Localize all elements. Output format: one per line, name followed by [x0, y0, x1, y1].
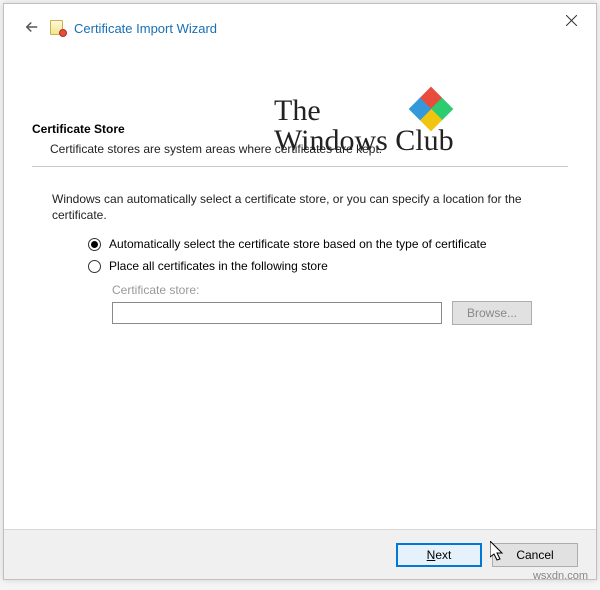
browse-button: Browse... — [452, 301, 532, 325]
next-label-tail: ext — [435, 548, 451, 562]
radio-icon — [88, 238, 101, 251]
credit-text: wsxdn.com — [533, 570, 588, 582]
store-label: Certificate store: — [112, 283, 568, 297]
wizard-window: Certificate Import Wizard The Windows Cl… — [3, 3, 597, 580]
radio-label-auto: Automatically select the certificate sto… — [109, 237, 487, 251]
section-description: Certificate stores are system areas wher… — [50, 142, 568, 156]
close-button[interactable] — [556, 10, 586, 30]
content-area: The Windows Club Certificate Store Certi… — [4, 40, 596, 529]
store-area: Certificate store: Browse... — [112, 283, 568, 325]
radio-auto-select[interactable]: Automatically select the certificate sto… — [88, 237, 568, 251]
section-heading: Certificate Store — [32, 122, 568, 136]
wizard-title: Certificate Import Wizard — [74, 21, 217, 36]
windowsclub-logo-icon — [414, 92, 448, 126]
radio-group: Automatically select the certificate sto… — [88, 237, 568, 273]
next-button[interactable]: Next — [396, 543, 482, 567]
divider — [32, 166, 568, 167]
radio-manual-store[interactable]: Place all certificates in the following … — [88, 259, 568, 273]
footer: Next Cancel — [4, 529, 596, 579]
titlebar: Certificate Import Wizard — [4, 4, 596, 40]
certificate-icon — [50, 20, 66, 36]
cancel-button[interactable]: Cancel — [492, 543, 578, 567]
intro-text: Windows can automatically select a certi… — [52, 191, 548, 223]
certificate-store-input — [112, 302, 442, 324]
radio-icon — [88, 260, 101, 273]
radio-label-manual: Place all certificates in the following … — [109, 259, 328, 273]
back-button[interactable] — [18, 13, 46, 41]
